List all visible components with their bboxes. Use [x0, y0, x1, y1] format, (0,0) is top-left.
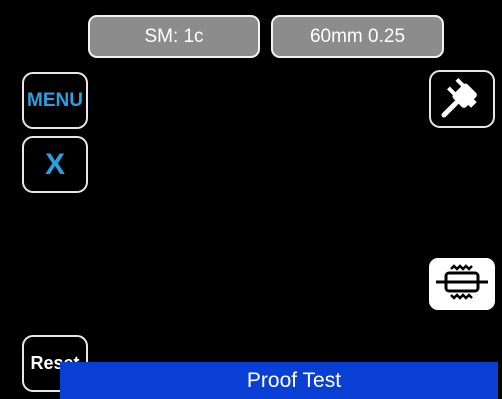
plug-icon: [440, 75, 484, 124]
close-label: X: [44, 147, 65, 181]
splice-sleeve-icon: [434, 262, 490, 307]
setting-indicator-button[interactable]: 60mm 0.25: [271, 15, 444, 58]
device-screen: SM: 1c 60mm 0.25 MENU X Reset Proof Test: [0, 0, 502, 399]
menu-label: MENU: [27, 89, 83, 111]
mode-indicator-button[interactable]: SM: 1c: [88, 15, 260, 58]
mode-label: SM: 1c: [144, 25, 204, 47]
splice-sleeve-button[interactable]: [429, 258, 495, 310]
status-bar: Proof Test: [60, 362, 498, 399]
menu-button[interactable]: MENU: [22, 72, 88, 129]
status-text: Proof Test: [246, 368, 342, 392]
close-button[interactable]: X: [22, 136, 88, 193]
power-button[interactable]: [429, 70, 495, 128]
setting-label: 60mm 0.25: [309, 25, 406, 47]
